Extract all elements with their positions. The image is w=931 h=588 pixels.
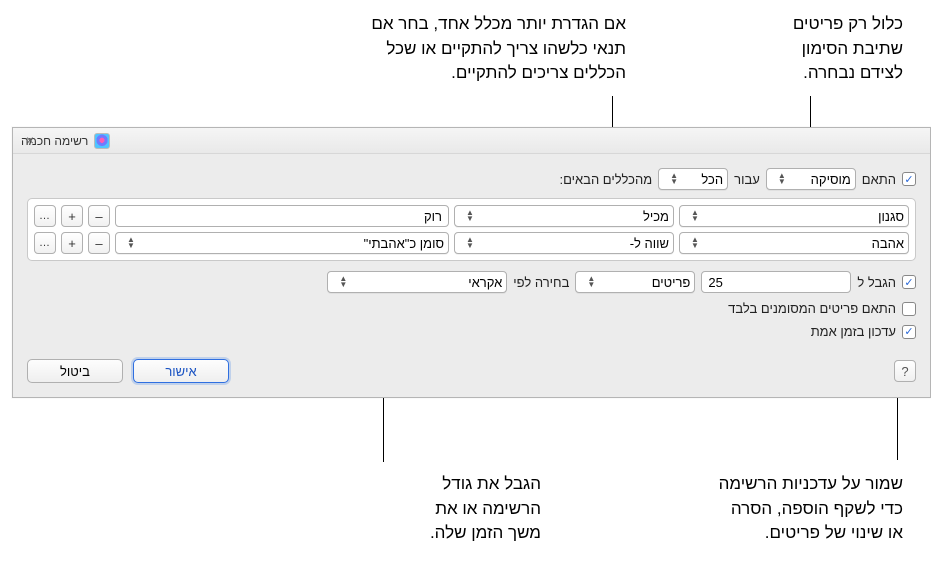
limit-unit-value: פריטים	[652, 275, 691, 290]
limit-unit-select[interactable]: פריטים ▲▼	[575, 271, 695, 293]
nest-rule-button[interactable]: …	[34, 205, 56, 227]
scope-value: הכל	[701, 172, 723, 187]
rule-value-text: סומן כ"אהבתי"	[364, 236, 444, 251]
chevron-updown-icon: ▲▼	[584, 276, 598, 288]
match-row: התאם מוסיקה ▲▼ עבור הכל ▲▼ מהכללים הבאים…	[27, 168, 916, 190]
callout-line	[897, 395, 898, 460]
nest-rule-button[interactable]: …	[34, 232, 56, 254]
chevron-updown-icon: ▲▼	[775, 173, 789, 185]
scope-select[interactable]: הכל ▲▼	[658, 168, 728, 190]
live-update-label: עדכון בזמן אמת	[811, 324, 896, 339]
checked-only-checkbox[interactable]	[902, 302, 916, 316]
rule-operator-value: שווה ל-	[630, 236, 669, 251]
match-label: התאם	[862, 172, 896, 187]
rule-field-select[interactable]: אהבה ▲▼	[679, 232, 909, 254]
close-icon[interactable]: ×	[23, 133, 37, 147]
match-checkbox[interactable]	[902, 172, 916, 186]
chevron-updown-icon: ▲▼	[667, 173, 681, 185]
rule-field-value: אהבה	[872, 236, 904, 251]
limit-checkbox[interactable]	[902, 275, 916, 289]
live-update-row: עדכון בזמן אמת	[27, 324, 916, 339]
titlebar: רשימה חכמה ×	[13, 128, 930, 154]
rule-value-input[interactable]	[115, 205, 449, 227]
rule-operator-select[interactable]: שווה ל- ▲▼	[454, 232, 674, 254]
rule-field-select[interactable]: סגנון ▲▼	[679, 205, 909, 227]
app-icon	[94, 133, 110, 149]
rules-container: סגנון ▲▼ מכיל ▲▼ – + … אהבה ▲▼ ש	[27, 198, 916, 261]
smart-playlist-window: רשימה חכמה × התאם מוסיקה ▲▼ עבור הכל ▲▼ …	[12, 127, 931, 398]
annotation-bottom-right: שמור על עדכניות הרשימהכדי לשקף הוספה, הס…	[603, 472, 903, 546]
chevron-updown-icon: ▲▼	[336, 276, 350, 288]
media-type-value: מוסיקה	[811, 172, 851, 187]
rule-value-select[interactable]: סומן כ"אהבתי" ▲▼	[115, 232, 449, 254]
selected-by-label: בחירה לפי	[513, 275, 569, 290]
annotation-bottom-center: הגבל את גודלהרשימה או אתמשך הזמן שלה.	[321, 472, 541, 546]
live-update-checkbox[interactable]	[902, 325, 916, 339]
chevron-updown-icon: ▲▼	[463, 210, 477, 222]
add-rule-button[interactable]: +	[61, 232, 83, 254]
remove-rule-button[interactable]: –	[88, 232, 110, 254]
rule-operator-select[interactable]: מכיל ▲▼	[454, 205, 674, 227]
limit-method-value: אקראי	[468, 275, 502, 290]
ok-button[interactable]: אישור	[133, 359, 229, 383]
add-rule-button[interactable]: +	[61, 205, 83, 227]
checked-only-label: התאם פריטים המסומנים בלבד	[728, 301, 896, 316]
annotation-top-right: כלול רק פריטיםשתיבת הסימוןלצידם נבחרה.	[683, 12, 903, 86]
limit-label: הגבל ל	[857, 275, 896, 290]
media-type-select[interactable]: מוסיקה ▲▼	[766, 168, 856, 190]
limit-count-input[interactable]	[701, 271, 851, 293]
checked-only-row: התאם פריטים המסומנים בלבד	[27, 301, 916, 316]
chevron-updown-icon: ▲▼	[463, 237, 477, 249]
rule-operator-value: מכיל	[643, 209, 669, 224]
chevron-updown-icon: ▲▼	[688, 210, 702, 222]
rules-suffix-label: מהכללים הבאים:	[559, 172, 652, 187]
chevron-updown-icon: ▲▼	[124, 237, 138, 249]
rule-row: סגנון ▲▼ מכיל ▲▼ – + …	[34, 205, 909, 227]
rule-field-value: סגנון	[878, 209, 904, 224]
remove-rule-button[interactable]: –	[88, 205, 110, 227]
limit-method-select[interactable]: אקראי ▲▼	[327, 271, 507, 293]
chevron-updown-icon: ▲▼	[688, 237, 702, 249]
dialog-footer: ? אישור ביטול	[13, 349, 930, 397]
annotation-top-center: אם הגדרת יותר מכלל אחד, בחר אםתנאי כלשהו…	[266, 12, 626, 86]
limit-row: הגבל ל פריטים ▲▼ בחירה לפי אקראי ▲▼	[27, 271, 916, 293]
for-label: עבור	[734, 172, 760, 187]
help-button[interactable]: ?	[894, 360, 916, 382]
cancel-button[interactable]: ביטול	[27, 359, 123, 383]
rule-row: אהבה ▲▼ שווה ל- ▲▼ סומן כ"אהבתי" ▲▼ – + …	[34, 232, 909, 254]
